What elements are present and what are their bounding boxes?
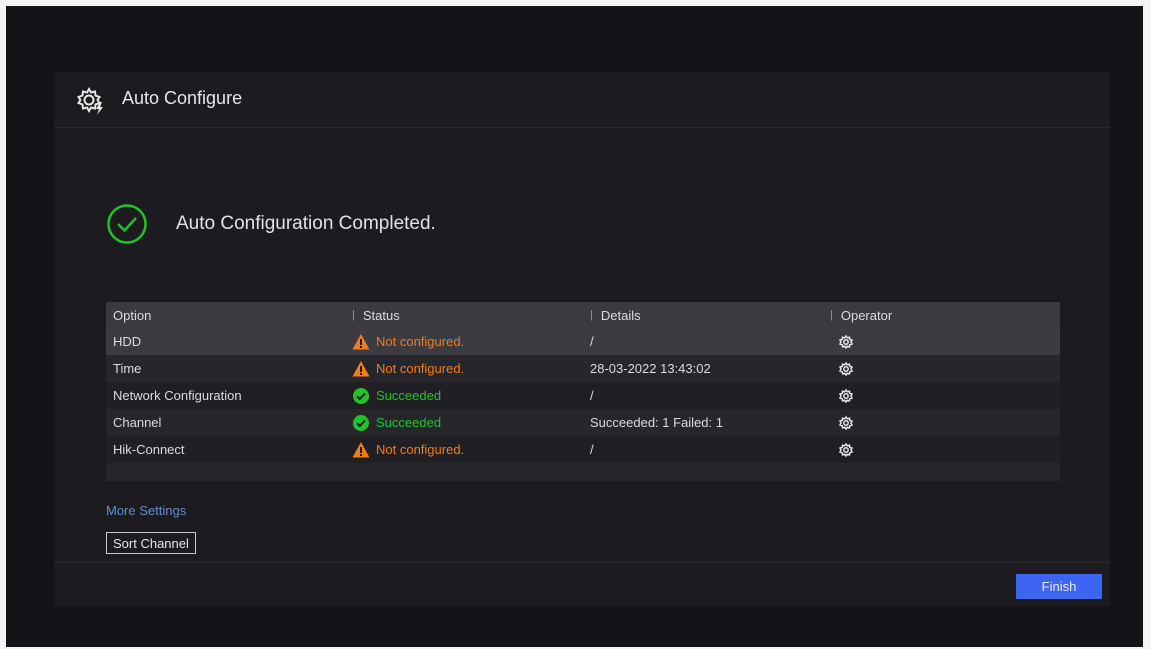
warning-icon <box>352 333 370 349</box>
column-header-option[interactable]: Option <box>113 302 151 328</box>
details-cell: / <box>590 334 594 349</box>
operator-cell <box>830 355 854 382</box>
status-cell: Not configured. <box>352 355 464 382</box>
auto-configure-dialog: Auto Configure Auto Configuration Comple… <box>54 72 1110 606</box>
completion-message: Auto Configuration Completed. <box>176 213 436 234</box>
details-cell: / <box>590 388 594 403</box>
screen: Auto Configure Auto Configuration Comple… <box>6 6 1143 647</box>
gear-icon[interactable] <box>838 361 854 377</box>
status-cell: Not configured. <box>352 436 464 463</box>
option-cell: Channel <box>113 415 162 430</box>
option-cell: Hik-Connect <box>113 442 185 457</box>
check-circle-icon <box>107 204 147 244</box>
finish-button[interactable]: Finish <box>1016 574 1102 599</box>
empty-row <box>106 463 1060 481</box>
details-cell: / <box>590 442 594 457</box>
gear-icon[interactable] <box>838 388 854 404</box>
dialog-title: Auto Configure <box>122 88 243 108</box>
warning-icon <box>352 441 370 457</box>
details-cell: 28-03-2022 13:43:02 <box>590 361 711 376</box>
operator-cell <box>830 436 854 463</box>
option-cell: Time <box>113 361 142 376</box>
status-cell: Succeeded <box>352 409 441 436</box>
table-row[interactable]: Network Configuration Succeeded / <box>106 382 1060 409</box>
gear-lightning-icon <box>76 86 103 115</box>
gear-icon[interactable] <box>838 415 854 431</box>
footer-divider <box>54 562 1110 563</box>
check-circle-icon <box>353 387 369 404</box>
table-row[interactable]: HDD Not configured. / <box>106 328 1060 355</box>
status-cell: Not configured. <box>352 328 464 355</box>
more-settings-link[interactable]: More Settings <box>106 503 186 518</box>
sort-channel-button[interactable]: Sort Channel <box>106 532 196 554</box>
status-cell: Succeeded <box>352 382 441 409</box>
operator-cell <box>830 409 854 436</box>
check-circle-icon <box>353 414 369 431</box>
operator-cell <box>830 328 854 355</box>
dialog-header: Auto Configure <box>54 72 1110 128</box>
option-cell: HDD <box>113 334 142 349</box>
config-table: Option | Status | Details | Operator HDD No… <box>106 302 1060 481</box>
table-row[interactable]: Time Not configured. 28-03-2022 13:43:02 <box>106 355 1060 382</box>
table-row[interactable]: Channel Succeeded Succeeded: 1 Failed: 1 <box>106 409 1060 436</box>
option-cell: Network Configuration <box>113 388 242 403</box>
column-header-operator[interactable]: | Operator <box>830 302 892 328</box>
gear-icon[interactable] <box>838 442 854 458</box>
gear-icon[interactable] <box>838 334 854 350</box>
details-cell: Succeeded: 1 Failed: 1 <box>590 415 723 430</box>
table-row[interactable]: Hik-Connect Not configured. / <box>106 436 1060 463</box>
column-header-details[interactable]: | Details <box>590 302 641 328</box>
warning-icon <box>352 360 370 376</box>
column-header-status[interactable]: | Status <box>352 302 400 328</box>
table-header: Option | Status | Details | Operator <box>106 302 1060 328</box>
operator-cell <box>830 382 854 409</box>
